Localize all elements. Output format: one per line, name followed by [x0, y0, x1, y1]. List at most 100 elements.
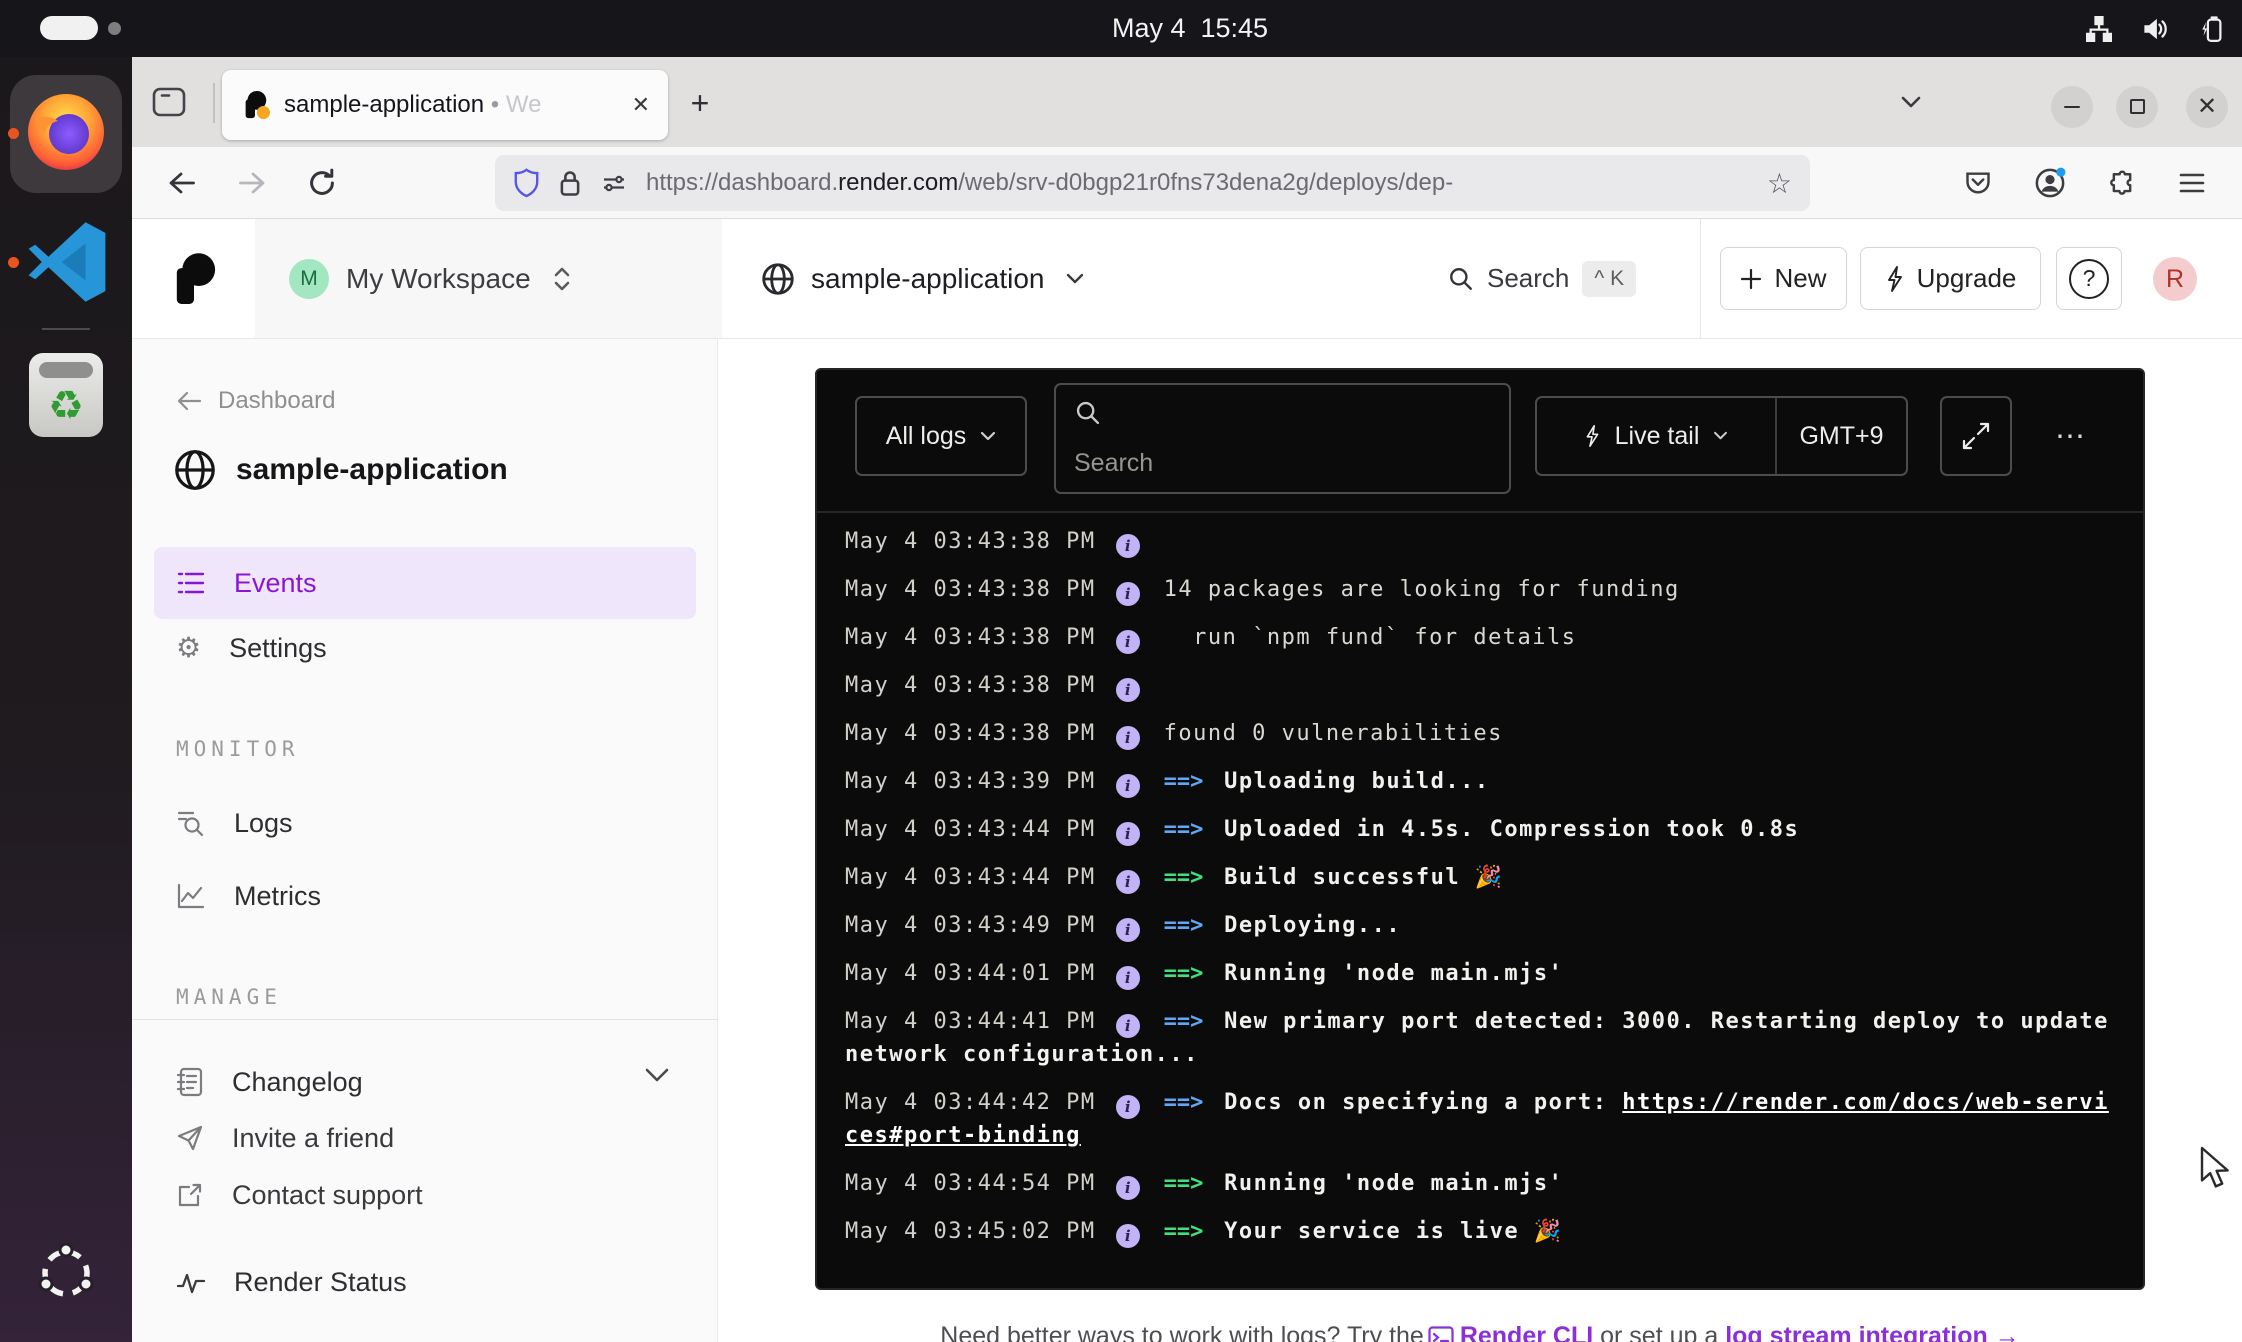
workspace-name: My Workspace — [346, 263, 531, 295]
tab-title: sample-application • We — [284, 91, 624, 119]
workspace-switcher[interactable]: M My Workspace — [255, 219, 722, 338]
forward-icon[interactable] — [228, 159, 276, 207]
window-close-button[interactable]: ✕ — [2186, 86, 2228, 128]
screen: May 4 15:45 — [0, 0, 2242, 1342]
system-clock[interactable]: May 4 15:45 — [1040, 0, 1340, 57]
firefox-view-icon[interactable] — [152, 87, 186, 117]
network-icon[interactable] — [2084, 14, 2114, 44]
log-arrow-prefix: ==> — [1164, 1009, 1204, 1034]
log-message: 14 packages are looking for funding — [1164, 577, 1680, 602]
vscode-icon[interactable] — [24, 217, 110, 307]
log-search-input[interactable]: Search — [1054, 383, 1511, 494]
tracking-protection-shield-icon[interactable] — [513, 168, 540, 199]
render-logo[interactable] — [132, 219, 255, 338]
user-avatar[interactable]: R — [2153, 257, 2197, 301]
extensions-puzzle-icon[interactable] — [2098, 159, 2146, 207]
lightning-icon — [1885, 266, 1905, 292]
vscode-running-dot — [8, 257, 19, 268]
active-tab[interactable]: sample-application • We ✕ — [222, 70, 668, 140]
search-icon — [1448, 266, 1474, 292]
live-tail-dropdown[interactable]: Live tail — [1537, 398, 1777, 474]
workspace-pill[interactable] — [40, 16, 98, 40]
firefox-icon[interactable] — [18, 83, 114, 179]
url-text[interactable]: https://dashboard.render.com/web/srv-d0b… — [646, 169, 1749, 197]
battery-icon[interactable] — [2196, 14, 2226, 44]
sidebar-item-events[interactable]: Events — [154, 547, 696, 619]
sidebar-item-changelog[interactable]: Changelog — [132, 1054, 718, 1110]
changelog-chevron-down-icon[interactable] — [644, 1067, 670, 1083]
window-restore-button[interactable] — [2116, 86, 2158, 128]
log-row: May 4 03:43:38 PMi14 packages are lookin… — [845, 573, 2113, 606]
info-icon: i — [1116, 1224, 1140, 1248]
tab-overflow-chevron-icon[interactable] — [1897, 89, 1925, 115]
log-rows: May 4 03:43:38 PMiMay 4 03:43:38 PMi14 p… — [817, 513, 2143, 1290]
service-selector[interactable]: sample-application — [760, 219, 1085, 338]
log-timestamp: May 4 03:43:38 PM — [845, 529, 1096, 554]
render-dashboard-page: M My Workspace sample-application — [132, 219, 2242, 1342]
render-cli-link[interactable]: Render CLI — [1460, 1322, 1593, 1342]
render-top-nav: M My Workspace sample-application — [132, 219, 2242, 339]
sidebar-item-contact-support[interactable]: Contact support — [132, 1167, 718, 1223]
info-icon: i — [1116, 582, 1140, 606]
cli-icon — [1428, 1326, 1454, 1342]
sidebar-service-name[interactable]: sample-application — [172, 447, 508, 493]
log-arrow-prefix: ==> — [1164, 817, 1204, 842]
log-row: May 4 03:43:44 PMi==> Build successful 🎉 — [845, 861, 2113, 894]
info-icon: i — [1116, 678, 1140, 702]
info-icon: i — [1116, 1176, 1140, 1200]
info-icon: i — [1116, 774, 1140, 798]
log-message: found 0 vulnerabilities — [1164, 721, 1503, 746]
log-timestamp: May 4 03:45:02 PM — [845, 1219, 1096, 1244]
log-menu-ellipsis[interactable]: ⋯ — [2055, 396, 2087, 476]
new-button[interactable]: New — [1720, 247, 1847, 310]
sidebar-item-logs[interactable]: Logs — [132, 795, 718, 851]
log-filter-dropdown[interactable]: All logs — [855, 396, 1027, 476]
sidebar-item-metrics[interactable]: Metrics — [132, 868, 718, 924]
info-icon: i — [1116, 1014, 1140, 1038]
log-row: May 4 03:43:38 PMi — [845, 525, 2113, 558]
hamburger-menu-icon[interactable] — [2168, 159, 2216, 207]
url-bar[interactable]: https://dashboard.render.com/web/srv-d0b… — [495, 155, 1810, 211]
new-tab-button[interactable]: + — [680, 83, 720, 123]
log-stream-integration-link[interactable]: log stream integration → — [1725, 1322, 2020, 1342]
log-row: May 4 03:43:44 PMi==> Uploaded in 4.5s. … — [845, 813, 2113, 846]
upgrade-button[interactable]: Upgrade — [1860, 247, 2041, 310]
tab-close-icon[interactable]: ✕ — [632, 92, 650, 118]
sidebar-back-dashboard[interactable]: Dashboard — [176, 387, 335, 415]
log-timestamp: May 4 03:44:54 PM — [845, 1171, 1096, 1196]
ubuntu-logo-icon[interactable] — [36, 1243, 96, 1303]
tab-strip: sample-application • We ✕ + ✕ — [132, 57, 2242, 147]
sidebar-item-render-status[interactable]: Render Status — [132, 1254, 718, 1310]
arrow-left-icon — [176, 390, 202, 412]
info-icon: i — [1116, 918, 1140, 942]
sidebar-section-manage: MANAGE — [176, 985, 282, 1009]
window-minimize-button[interactable] — [2051, 86, 2093, 128]
log-timestamp: May 4 03:43:39 PM — [845, 769, 1096, 794]
log-message: ==> Uploading build... — [1164, 769, 1490, 794]
bookmark-star-icon[interactable]: ☆ — [1767, 167, 1792, 200]
help-button[interactable]: ? — [2056, 247, 2122, 310]
trash-icon[interactable]: ♻ — [29, 353, 103, 437]
gear-icon: ⚙ — [176, 634, 201, 662]
reload-icon[interactable] — [298, 159, 346, 207]
volume-icon[interactable] — [2140, 14, 2170, 44]
account-icon[interactable] — [2026, 159, 2074, 207]
sidebar-item-settings[interactable]: ⚙ Settings — [132, 620, 718, 676]
back-icon[interactable] — [158, 159, 206, 207]
sidebar-item-invite-friend[interactable]: Invite a friend — [132, 1110, 718, 1166]
trash-lid — [39, 362, 93, 378]
pocket-icon[interactable] — [1954, 159, 2002, 207]
log-search-placeholder: Search — [1074, 449, 1153, 478]
log-timestamp: May 4 03:44:01 PM — [845, 961, 1096, 986]
lock-icon[interactable] — [558, 169, 582, 198]
log-row: May 4 03:43:38 PMi run `npm fund` for de… — [845, 621, 2113, 654]
expand-logs-button[interactable] — [1940, 396, 2012, 476]
global-search[interactable]: Search ^ K — [1448, 219, 1636, 338]
log-timestamp: May 4 03:43:44 PM — [845, 865, 1096, 890]
permissions-icon[interactable] — [600, 171, 628, 195]
browser-toolbar: https://dashboard.render.com/web/srv-d0b… — [132, 147, 2242, 219]
mouse-cursor — [2198, 1146, 2236, 1190]
timezone-button[interactable]: GMT+9 — [1777, 422, 1906, 451]
nav-divider — [1700, 219, 1701, 338]
log-timestamp: May 4 03:44:41 PM — [845, 1009, 1096, 1034]
